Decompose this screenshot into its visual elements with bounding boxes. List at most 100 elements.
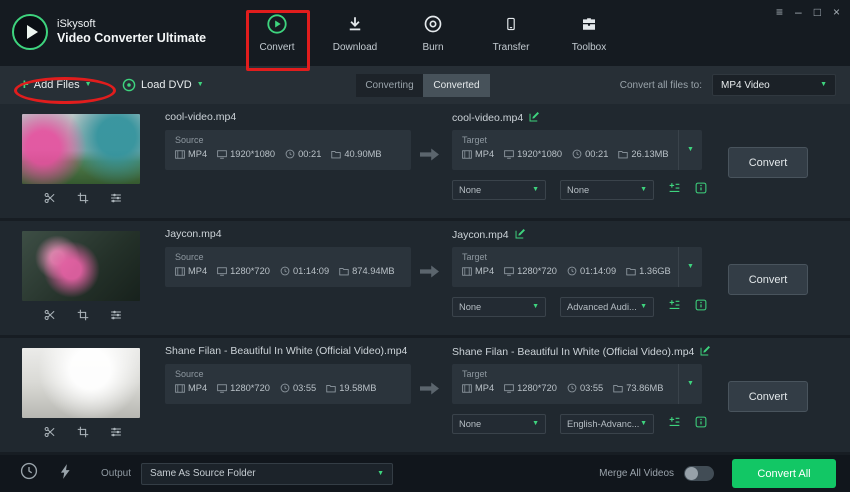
pencil-icon [700, 345, 711, 359]
trim-button[interactable] [44, 425, 56, 443]
format-info: MP4 [175, 266, 207, 276]
target-meta: MP4 1280*720 03:55 73.86MB [462, 383, 668, 393]
app-window: iSkysoft Video Converter Ultimate Conver… [0, 0, 850, 492]
add-files-button[interactable]: + Add Files ▼ [20, 75, 92, 95]
source-panel: Source MP4 1920*1080 00:21 [165, 130, 411, 170]
target-file-name: Shane Filan - Beautiful In White (Offici… [452, 346, 694, 358]
edit-toolbar [44, 425, 122, 443]
film-icon [175, 150, 185, 159]
edit-name-button[interactable] [700, 345, 711, 359]
maximize-button[interactable]: □ [814, 6, 821, 18]
subtitle-dropdown[interactable]: None ▼ [452, 180, 546, 200]
arrow-right-icon [420, 265, 439, 278]
crop-button[interactable] [77, 425, 89, 443]
output-label: Output [101, 468, 131, 479]
info-button[interactable] [695, 415, 707, 433]
video-thumbnail[interactable] [22, 231, 140, 301]
convert-button[interactable]: Convert [728, 147, 808, 178]
info-button[interactable] [695, 298, 707, 316]
tab-converting[interactable]: Converting [356, 74, 423, 97]
target-format-dropdown-button[interactable]: ▼ [678, 364, 702, 404]
target-name: cool-video.mp4 [452, 111, 540, 125]
info-icon [695, 415, 707, 433]
audio-dropdown[interactable]: English-Advanc... ▼ [560, 414, 654, 434]
info-button[interactable] [695, 181, 707, 199]
format-info: MP4 [462, 383, 494, 393]
format-info: MP4 [462, 266, 494, 276]
target-file-name: cool-video.mp4 [452, 112, 523, 124]
source-label: Source [175, 252, 401, 262]
crop-icon [77, 425, 89, 443]
film-icon [175, 267, 185, 276]
output-folder-dropdown[interactable]: Same As Source Folder ▼ [141, 463, 393, 485]
video-thumbnail[interactable] [22, 114, 140, 184]
file-name: cool-video.mp4 [165, 111, 236, 123]
format-info: MP4 [175, 149, 207, 159]
target-panel: Target MP4 1280*720 03:55 [452, 364, 702, 404]
menu-button[interactable]: ≡ [776, 6, 783, 18]
schedule-button[interactable] [20, 462, 38, 485]
tab-convert[interactable]: Convert [238, 0, 316, 66]
track-options: None ▼ Advanced Audi... ▼ [452, 297, 707, 317]
effects-button[interactable] [110, 191, 122, 209]
crop-button[interactable] [77, 191, 89, 209]
duration-info: 00:21 [572, 149, 608, 159]
subtitle-dropdown[interactable]: None ▼ [452, 414, 546, 434]
source-panel: Source MP4 1280*720 01:14:09 [165, 247, 411, 287]
merge-toggle[interactable] [684, 466, 714, 481]
resolution-info: 1280*720 [504, 383, 557, 393]
brand-name: iSkysoft [57, 18, 206, 31]
load-dvd-button[interactable]: Load DVD ▼ [122, 75, 204, 95]
audio-dropdown[interactable]: Advanced Audi... ▼ [560, 297, 654, 317]
download-icon [346, 13, 364, 35]
sliders-icon [110, 425, 122, 443]
trim-button[interactable] [44, 191, 56, 209]
edit-name-button[interactable] [515, 228, 526, 242]
target-format-dropdown-button[interactable]: ▼ [678, 130, 702, 170]
edit-name-button[interactable] [529, 111, 540, 125]
resolution-info: 1280*720 [217, 383, 270, 393]
track-options: None ▼ English-Advanc... ▼ [452, 414, 707, 434]
window-controls: ≡ – □ × [776, 6, 840, 18]
pencil-icon [529, 111, 540, 125]
folder-icon [339, 267, 349, 276]
minimize-button[interactable]: – [795, 6, 802, 18]
film-icon [462, 267, 472, 276]
tab-burn[interactable]: Burn [394, 0, 472, 66]
output-format-dropdown[interactable]: MP4 Video ▼ [712, 74, 836, 96]
add-track-button[interactable] [668, 181, 681, 199]
tab-label: Convert [259, 42, 294, 53]
info-icon [695, 181, 707, 199]
video-thumbnail[interactable] [22, 348, 140, 418]
tab-download[interactable]: Download [316, 0, 394, 66]
crop-button[interactable] [77, 308, 89, 326]
tab-toolbox[interactable]: Toolbox [550, 0, 628, 66]
convert-all-button[interactable]: Convert All [732, 459, 836, 488]
sliders-icon [110, 191, 122, 209]
convert-button[interactable]: Convert [728, 381, 808, 412]
tab-label: Toolbox [572, 42, 606, 53]
close-button[interactable]: × [833, 6, 840, 18]
effects-button[interactable] [110, 308, 122, 326]
subtitle-dropdown[interactable]: None ▼ [452, 297, 546, 317]
chevron-down-icon: ▼ [820, 81, 827, 89]
format-info: MP4 [462, 149, 494, 159]
convert-button[interactable]: Convert [728, 264, 808, 295]
arrow-right-icon [420, 148, 439, 161]
effects-button[interactable] [110, 425, 122, 443]
tab-transfer[interactable]: Transfer [472, 0, 550, 66]
add-track-button[interactable] [668, 298, 681, 316]
high-speed-button[interactable] [60, 464, 71, 484]
source-label: Source [175, 135, 401, 145]
clock-icon [572, 149, 582, 159]
audio-dropdown[interactable]: None ▼ [560, 180, 654, 200]
merge-all-videos-label: Merge All Videos [599, 468, 674, 479]
play-circle-icon [266, 13, 288, 35]
trim-button[interactable] [44, 308, 56, 326]
target-format-dropdown-button[interactable]: ▼ [678, 247, 702, 287]
tab-converted[interactable]: Converted [423, 74, 490, 97]
add-track-button[interactable] [668, 415, 681, 433]
scissors-icon [44, 191, 56, 209]
disc-icon [423, 13, 443, 35]
dvd-icon [122, 78, 136, 92]
